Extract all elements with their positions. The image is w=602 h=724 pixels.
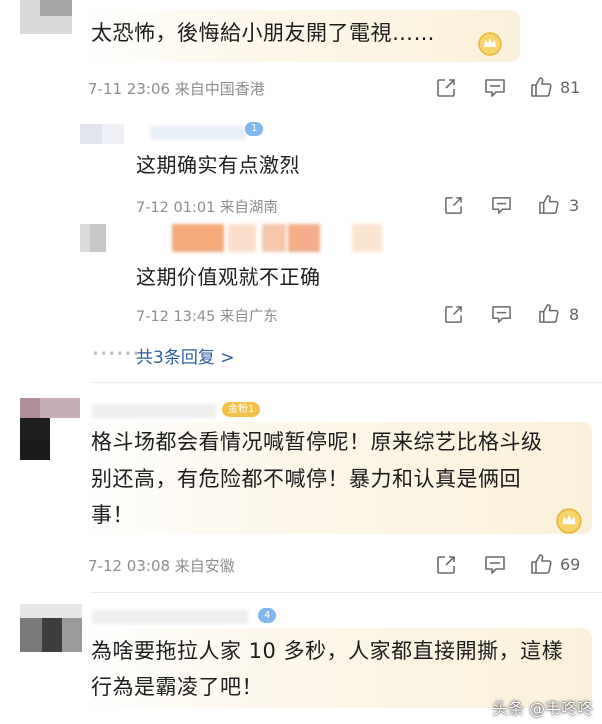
reply-username-blur <box>352 224 382 252</box>
avatar[interactable] <box>20 398 80 460</box>
comment-text: 太恐怖，後悔給小朋友開了電視…… <box>91 21 435 45</box>
crown-badge-icon <box>478 32 502 56</box>
comment-icon[interactable] <box>484 555 506 575</box>
reply-meta: 7-12 01:01 来自湖南 <box>136 200 278 216</box>
avatar[interactable] <box>20 0 72 34</box>
like-count: 69 <box>560 555 581 574</box>
username-blur <box>92 404 216 418</box>
divider <box>90 592 602 593</box>
share-icon[interactable] <box>436 555 456 575</box>
reply-username-blur <box>262 224 286 252</box>
like-icon[interactable] <box>538 194 559 215</box>
reply-username-blur <box>150 126 246 140</box>
share-icon[interactable] <box>444 305 463 324</box>
reply-username-blur <box>288 224 320 252</box>
crown-badge-icon <box>556 508 582 534</box>
comment-icon[interactable] <box>491 305 512 324</box>
avatar[interactable] <box>20 604 82 652</box>
watermark: 头条 @韦咚咚 <box>492 699 594 718</box>
reply-text: 这期价值观就不正确 <box>136 265 321 289</box>
like-count: 81 <box>560 78 581 97</box>
share-icon[interactable] <box>444 196 463 215</box>
share-icon[interactable] <box>436 78 456 98</box>
like-count: 3 <box>569 196 580 215</box>
like-count: 8 <box>569 305 580 324</box>
like-icon[interactable] <box>530 553 552 575</box>
like-icon[interactable] <box>538 303 559 324</box>
thread-dots: •••••• <box>92 347 141 361</box>
comment-icon[interactable] <box>491 196 512 215</box>
fan-badge: 4 <box>258 608 277 623</box>
comment-meta: 7-11 23:06 来自中国香港 <box>88 80 265 98</box>
comment-text: 為啥要拖拉人家 10 多秒，人家都直接開撕，這樣 <box>91 639 564 663</box>
divider <box>90 382 602 383</box>
reply-avatar[interactable] <box>80 118 126 160</box>
fan-badge: 1 <box>245 122 264 136</box>
reply-username-blur <box>228 224 256 252</box>
username-blur <box>92 610 248 624</box>
reply-meta: 7-12 13:45 来自广东 <box>136 309 278 325</box>
fan-badge: 金粉1 <box>222 402 261 417</box>
comment-text: 事！ <box>91 503 134 527</box>
comment-meta: 7-12 03:08 来自安徽 <box>88 557 235 575</box>
comment-text: 行為是霸凌了吧！ <box>91 675 263 699</box>
comment-text: 别还高，有危险都不喊停！暴力和认真是俩回 <box>91 467 521 491</box>
reply-username-blur <box>172 224 224 252</box>
comment-icon[interactable] <box>484 78 506 98</box>
like-icon[interactable] <box>530 76 552 98</box>
reply-text: 这期确实有点激烈 <box>136 153 300 177</box>
more-replies-link[interactable]: 共3条回复 > <box>136 343 234 368</box>
reply-avatar[interactable] <box>80 222 126 256</box>
comment-text: 格斗场都会看情况喊暂停呢！原来综艺比格斗级 <box>91 430 543 454</box>
